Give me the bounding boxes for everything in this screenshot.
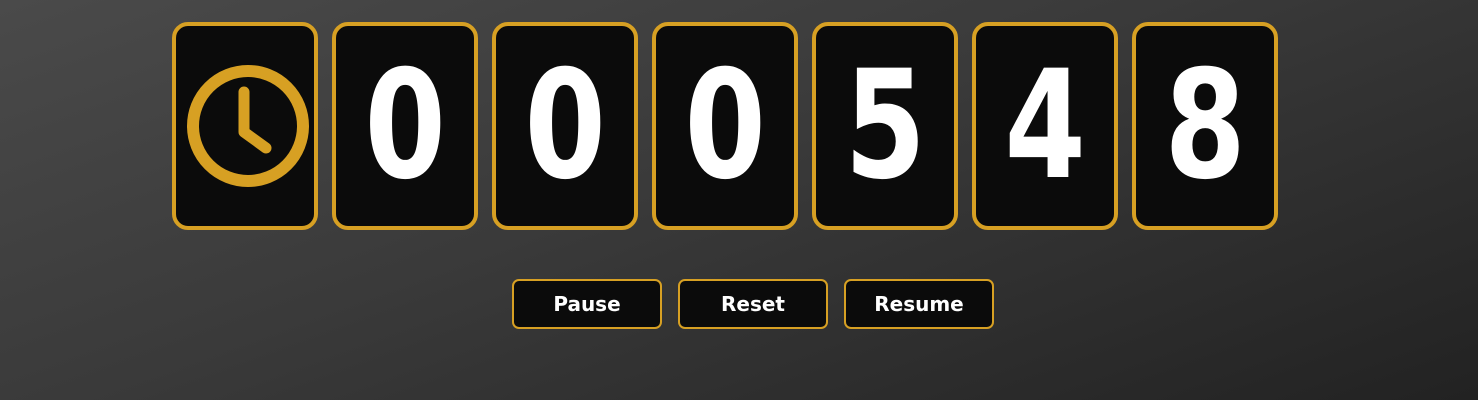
timer-digit: 8: [1164, 39, 1246, 213]
timer-digit: 4: [1004, 39, 1086, 213]
digit-tile: 0: [492, 22, 638, 230]
pause-button[interactable]: Pause: [512, 279, 662, 329]
timer-controls: Pause Reset Resume: [512, 279, 994, 329]
digit-tile: 8: [1132, 22, 1278, 230]
timer-digit: 5: [844, 39, 926, 213]
digit-tile: 0: [652, 22, 798, 230]
clock-icon: [187, 65, 309, 187]
timer-digit: 0: [524, 39, 606, 213]
digit-tile: 0: [332, 22, 478, 230]
clock-tile: [172, 22, 318, 230]
resume-button[interactable]: Resume: [844, 279, 994, 329]
timer-display: 0 0 0 5 4 8: [172, 22, 1278, 230]
digit-tile: 4: [972, 22, 1118, 230]
timer-digit: 0: [684, 39, 766, 213]
digit-tile: 5: [812, 22, 958, 230]
timer-digit: 0: [364, 39, 446, 213]
reset-button[interactable]: Reset: [678, 279, 828, 329]
